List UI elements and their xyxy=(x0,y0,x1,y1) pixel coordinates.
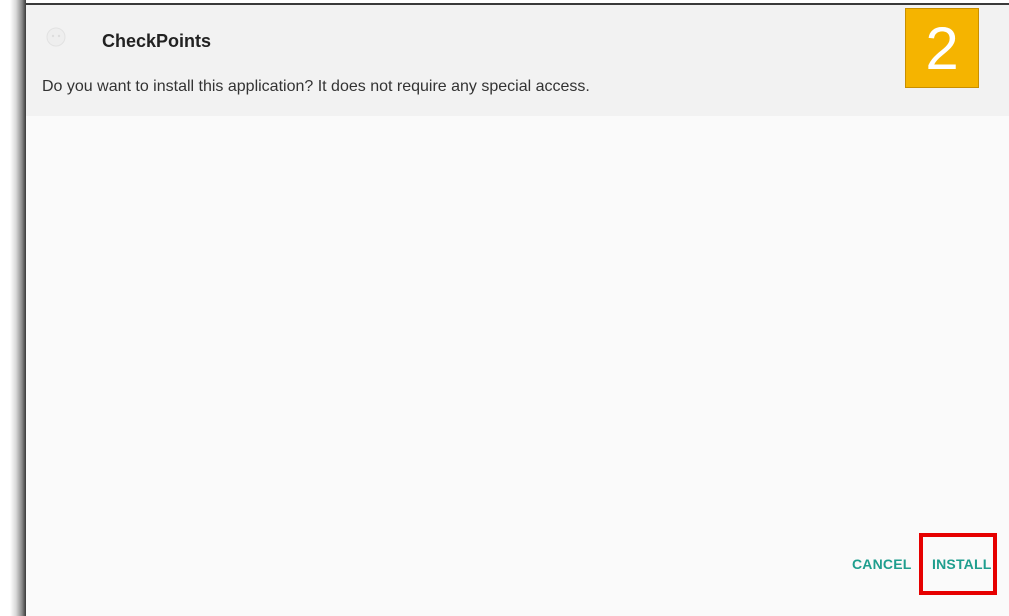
screenshot-frame: CheckPoints Do you want to install this … xyxy=(0,0,1009,616)
install-dialog: CheckPoints Do you want to install this … xyxy=(26,3,1009,616)
install-prompt: Do you want to install this application?… xyxy=(42,78,590,95)
app-launcher-icon xyxy=(45,26,67,48)
dialog-header: CheckPoints Do you want to install this … xyxy=(26,5,1009,116)
step-number-badge: 2 xyxy=(905,8,979,88)
frame-shadow xyxy=(0,0,26,616)
install-highlight-box xyxy=(919,533,997,595)
app-name: CheckPoints xyxy=(102,31,212,51)
cancel-button[interactable]: CANCEL xyxy=(852,555,912,573)
